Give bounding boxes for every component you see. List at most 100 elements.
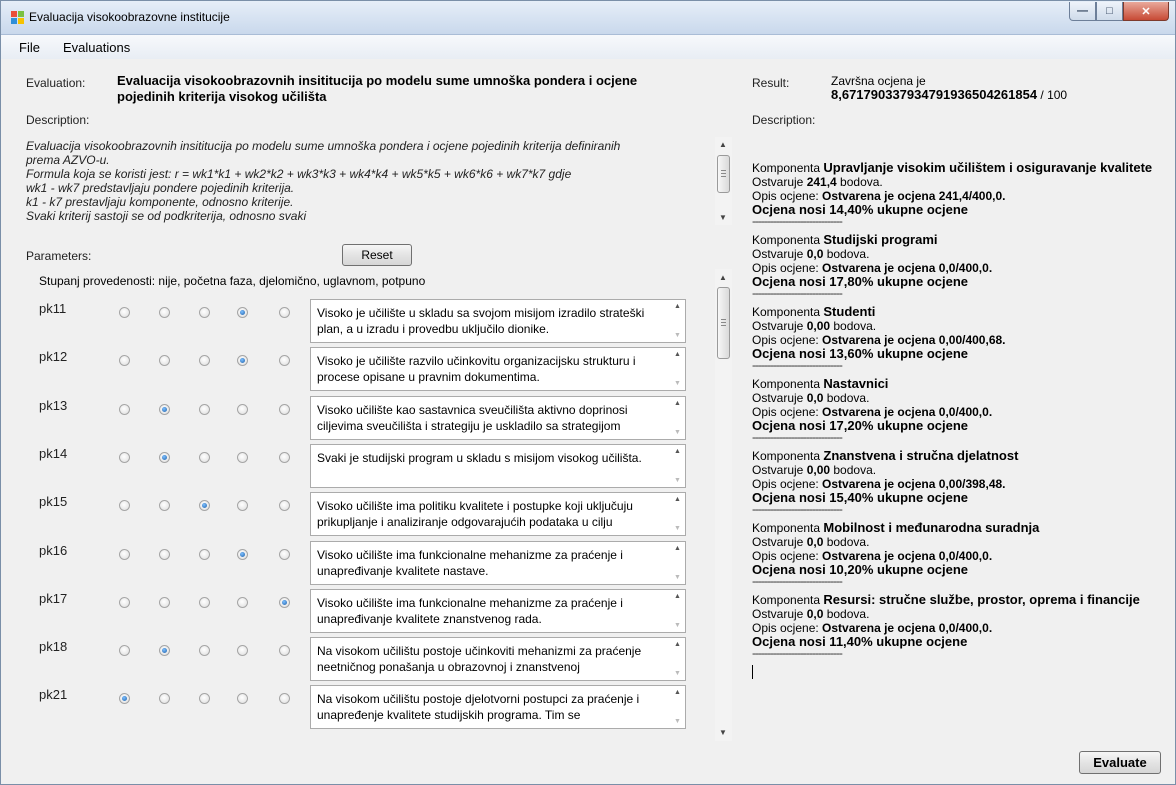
- radio-pk14-4[interactable]: [237, 451, 248, 463]
- scroll-down-icon[interactable]: ▼: [674, 380, 681, 387]
- scroll-down-icon[interactable]: ▼: [674, 429, 681, 436]
- radio-pk21-5[interactable]: [279, 693, 290, 705]
- criterion-scrollbar[interactable]: ▲ ▼: [668, 589, 685, 632]
- criterion-scrollbar[interactable]: ▲ ▼: [668, 493, 685, 536]
- radio-pk11-2[interactable]: [159, 307, 170, 318]
- scroll-down-icon[interactable]: ▼: [674, 332, 681, 339]
- description-scrollbar[interactable]: ▲ ▼: [715, 137, 732, 225]
- scroll-down-icon[interactable]: ▼: [674, 477, 681, 484]
- scroll-down-icon[interactable]: ▼: [719, 728, 727, 737]
- radio-pk14-1[interactable]: [119, 451, 130, 463]
- scroll-thumb[interactable]: [717, 155, 730, 193]
- criterion-text-box[interactable]: Na visokom učilištu postoje djelotvorni …: [310, 685, 686, 730]
- radio-pk16-3[interactable]: [199, 548, 210, 560]
- criterion-scrollbar[interactable]: ▲ ▼: [668, 300, 685, 342]
- radio-pk12-3[interactable]: [199, 355, 210, 367]
- scroll-down-icon[interactable]: ▼: [674, 622, 681, 629]
- criterion-scrollbar[interactable]: ▲ ▼: [668, 348, 685, 391]
- criterion-text-box[interactable]: Visoko je učilište razvilo učinkovitu or…: [310, 347, 686, 392]
- radio-pk11-4[interactable]: [237, 307, 248, 318]
- radio-pk15-2[interactable]: [159, 500, 170, 512]
- evaluation-description[interactable]: Evaluacija visokoobrazovnih insititucija…: [26, 139, 706, 223]
- menu-evaluations[interactable]: Evaluations: [63, 40, 130, 55]
- scroll-up-icon[interactable]: ▲: [719, 140, 727, 149]
- radio-pk15-5[interactable]: [279, 500, 290, 512]
- scroll-up-icon[interactable]: ▲: [674, 303, 681, 310]
- scroll-up-icon[interactable]: ▲: [674, 641, 681, 648]
- radio-pk18-5[interactable]: [279, 645, 290, 657]
- points-suffix: bodova.: [823, 535, 870, 549]
- criterion-scrollbar[interactable]: ▲ ▼: [668, 396, 685, 439]
- radio-pk13-3[interactable]: [199, 403, 210, 415]
- scroll-up-icon[interactable]: ▲: [674, 545, 681, 552]
- radio-pk14-3[interactable]: [199, 451, 210, 463]
- radio-pk21-4[interactable]: [237, 693, 248, 705]
- radio-pk21-2[interactable]: [159, 693, 170, 705]
- scroll-up-icon[interactable]: ▲: [674, 351, 681, 358]
- radio-pk13-1[interactable]: [119, 403, 130, 415]
- radio-pk12-1[interactable]: [119, 355, 130, 367]
- radio-pk11-5[interactable]: [279, 307, 290, 318]
- radio-pk16-4[interactable]: [237, 548, 248, 560]
- scroll-down-icon[interactable]: ▼: [674, 718, 681, 725]
- radio-pk17-3[interactable]: [199, 596, 210, 608]
- radio-pk18-4[interactable]: [237, 645, 248, 657]
- scroll-down-icon[interactable]: ▼: [674, 574, 681, 581]
- radio-pk15-3[interactable]: [199, 500, 210, 512]
- radio-pk11-1[interactable]: [119, 307, 130, 318]
- radio-pk13-2[interactable]: [159, 403, 170, 415]
- criterion-text-box[interactable]: Visoko učilište ima politiku kvalitete i…: [310, 492, 686, 537]
- radio-pk18-2[interactable]: [159, 645, 170, 657]
- radio-pk16-1[interactable]: [119, 548, 130, 560]
- scroll-up-icon[interactable]: ▲: [674, 593, 681, 600]
- scroll-up-icon[interactable]: ▲: [674, 448, 681, 455]
- criterion-text-box[interactable]: Svaki je studijski program u skladu s mi…: [310, 443, 686, 488]
- scroll-up-icon[interactable]: ▲: [674, 400, 681, 407]
- criterion-scrollbar[interactable]: ▲ ▼: [668, 444, 685, 487]
- criterion-scrollbar[interactable]: ▲ ▼: [668, 686, 685, 729]
- radio-pk13-4[interactable]: [237, 403, 248, 415]
- result-description[interactable]: Komponenta Upravljanje visokim učilištem…: [752, 161, 1162, 741]
- scroll-up-icon[interactable]: ▲: [674, 496, 681, 503]
- reset-button[interactable]: Reset: [342, 244, 412, 266]
- scroll-down-icon[interactable]: ▼: [674, 525, 681, 532]
- radio-pk16-2[interactable]: [159, 548, 170, 560]
- radio-pk16-5[interactable]: [279, 548, 290, 560]
- scroll-up-icon[interactable]: ▲: [674, 689, 681, 696]
- radio-pk14-2[interactable]: [159, 451, 170, 463]
- parameters-scrollbar[interactable]: ▲ ▼: [715, 269, 732, 741]
- scroll-up-icon[interactable]: ▲: [719, 273, 727, 282]
- radio-pk12-2[interactable]: [159, 355, 170, 367]
- criterion-text-box[interactable]: Visoko učilište ima funkcionalne mehaniz…: [310, 588, 686, 633]
- radio-pk15-4[interactable]: [237, 500, 248, 512]
- title-bar[interactable]: Evaluacija visokoobrazovne institucije —…: [1, 1, 1175, 35]
- criterion-text-box[interactable]: Visoko učilište kao sastavnica sveučiliš…: [310, 395, 686, 440]
- radio-pk17-1[interactable]: [119, 596, 130, 608]
- criterion-text-box[interactable]: Visoko učilište ima funkcionalne mehaniz…: [310, 540, 686, 585]
- criterion-scrollbar[interactable]: ▲ ▼: [668, 638, 685, 681]
- scroll-thumb[interactable]: [717, 287, 730, 359]
- criterion-text-box[interactable]: Na visokom učilištu postoje učinkoviti m…: [310, 637, 686, 682]
- radio-pk17-4[interactable]: [237, 596, 248, 608]
- menu-file[interactable]: File: [19, 40, 40, 55]
- evaluate-button[interactable]: Evaluate: [1079, 751, 1161, 774]
- radio-pk18-3[interactable]: [199, 645, 210, 657]
- radio-pk17-5[interactable]: [279, 596, 290, 608]
- radio-pk11-3[interactable]: [199, 307, 210, 318]
- criterion-scrollbar[interactable]: ▲ ▼: [668, 541, 685, 584]
- radio-pk21-3[interactable]: [199, 693, 210, 705]
- maximize-button[interactable]: □: [1096, 2, 1123, 21]
- radio-pk13-5[interactable]: [279, 403, 290, 415]
- radio-pk15-1[interactable]: [119, 500, 130, 512]
- radio-pk21-1[interactable]: [119, 693, 130, 705]
- radio-pk12-4[interactable]: [237, 355, 248, 367]
- radio-pk14-5[interactable]: [279, 451, 290, 463]
- radio-pk12-5[interactable]: [279, 355, 290, 367]
- scroll-down-icon[interactable]: ▼: [719, 213, 727, 222]
- radio-pk18-1[interactable]: [119, 645, 130, 657]
- close-button[interactable]: ✕: [1123, 2, 1169, 21]
- criterion-text-box[interactable]: Visoko je učilište u skladu sa svojom mi…: [310, 299, 686, 343]
- radio-pk17-2[interactable]: [159, 596, 170, 608]
- minimize-button[interactable]: —: [1069, 2, 1096, 21]
- scroll-down-icon[interactable]: ▼: [674, 670, 681, 677]
